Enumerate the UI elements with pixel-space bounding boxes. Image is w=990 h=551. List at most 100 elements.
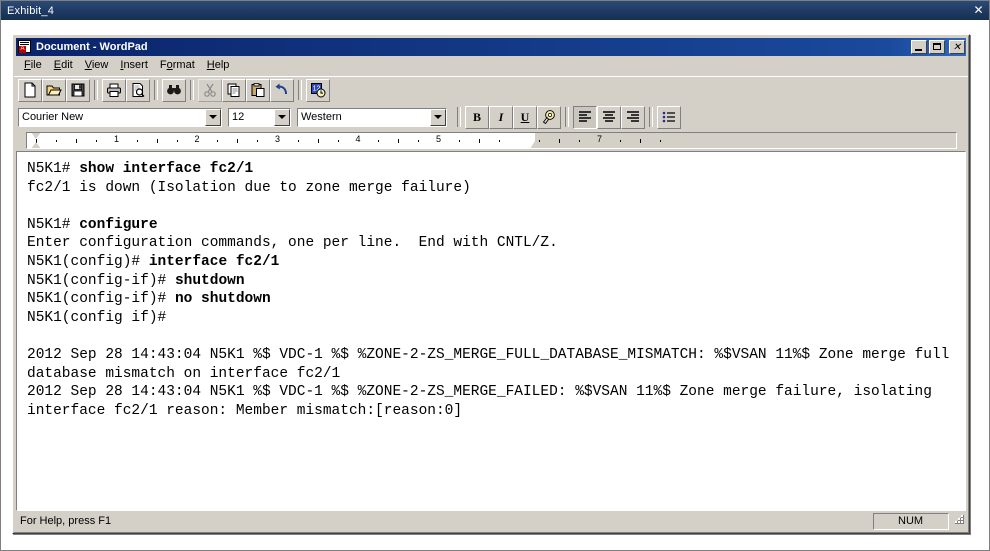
ruler-area: 1 2 3 4 5 7 bbox=[14, 131, 968, 151]
menu-help[interactable]: Help bbox=[201, 58, 236, 73]
chevron-down-icon[interactable] bbox=[430, 108, 446, 126]
undo-icon[interactable] bbox=[270, 78, 294, 102]
document-plain-text: N5K1# bbox=[27, 161, 80, 177]
document-area[interactable]: N5K1# show interface fc2/1 fc2/1 is down … bbox=[16, 151, 966, 511]
exhibit-body: A Document - WordPad ✕ File Edit View In… bbox=[1, 20, 989, 550]
new-icon[interactable] bbox=[18, 78, 42, 102]
document-command-text: show interface fc2/1 bbox=[79, 161, 254, 177]
cut-icon[interactable] bbox=[198, 78, 222, 102]
exhibit-titlebar: Exhibit_4 ✕ bbox=[1, 1, 989, 20]
document-page[interactable]: N5K1# show interface fc2/1 fc2/1 is down … bbox=[17, 152, 965, 510]
document-plain-text: N5K1(config-if)# bbox=[27, 272, 175, 289]
ruler-tick bbox=[317, 139, 319, 143]
document-line: N5K1(config)# interface fc2/1 bbox=[27, 253, 961, 272]
ruler-tick bbox=[156, 139, 158, 143]
close-icon: ✕ bbox=[952, 42, 962, 53]
align-center-icon[interactable] bbox=[597, 105, 621, 129]
right-indent-marker[interactable] bbox=[530, 141, 541, 148]
status-help-text: For Help, press F1 bbox=[20, 515, 112, 527]
font-family-combo[interactable]: Courier New bbox=[18, 107, 222, 127]
document-plain-text: N5K1(config-if)# bbox=[27, 291, 175, 308]
first-line-indent-marker[interactable] bbox=[31, 133, 41, 139]
toolbar-separator bbox=[298, 80, 302, 100]
save-icon[interactable] bbox=[66, 78, 90, 102]
wordpad-titlebar[interactable]: A Document - WordPad ✕ bbox=[16, 38, 966, 56]
document-plain-text: 2012 Sep 28 14:43:04 N5K1 %$ VDC-1 %$ %Z… bbox=[27, 384, 941, 419]
chevron-down-icon[interactable] bbox=[205, 108, 221, 126]
date-time-icon[interactable]: 12 bbox=[306, 78, 330, 102]
ruler-tick bbox=[659, 140, 661, 142]
align-right-icon[interactable] bbox=[621, 105, 645, 129]
menu-format[interactable]: Format bbox=[154, 58, 201, 73]
resize-grip[interactable] bbox=[952, 514, 966, 528]
document-plain-text: 2012 Sep 28 14:43:04 N5K1 %$ VDC-1 %$ %Z… bbox=[27, 346, 959, 382]
formatbar-separator bbox=[649, 107, 653, 127]
status-num-indicator: NUM bbox=[873, 512, 949, 530]
ruler-number: 3 bbox=[274, 134, 281, 144]
ruler-tick bbox=[619, 140, 621, 142]
maximize-button[interactable] bbox=[929, 40, 945, 54]
menu-edit[interactable]: Edit bbox=[48, 58, 79, 73]
menu-file[interactable]: File bbox=[18, 58, 48, 73]
ruler-number: 7 bbox=[596, 134, 603, 144]
ruler-tick bbox=[136, 140, 138, 142]
print-icon[interactable] bbox=[102, 78, 126, 102]
chevron-down-icon[interactable] bbox=[274, 108, 290, 126]
underline-button[interactable]: U bbox=[513, 105, 537, 129]
align-left-icon[interactable] bbox=[573, 105, 597, 129]
document-text[interactable]: N5K1# show interface fc2/1 fc2/1 is down … bbox=[27, 160, 961, 420]
document-line: fc2/1 is down (Isolation due to zone mer… bbox=[27, 179, 961, 198]
menu-insert[interactable]: Insert bbox=[114, 58, 154, 73]
document-line: N5K1(config if)# bbox=[27, 309, 961, 328]
find-icon[interactable] bbox=[162, 78, 186, 102]
font-size-value: 12 bbox=[232, 111, 245, 123]
copy-icon[interactable] bbox=[222, 78, 246, 102]
standard-toolbar: 12 bbox=[14, 76, 968, 103]
print-preview-icon[interactable] bbox=[126, 78, 150, 102]
document-line: N5K1# configure bbox=[27, 216, 961, 235]
minimize-button[interactable] bbox=[911, 40, 927, 54]
ruler-tick bbox=[337, 140, 339, 142]
exhibit-title-text: Exhibit_4 bbox=[7, 4, 55, 17]
ruler[interactable]: 1 2 3 4 5 7 bbox=[26, 132, 957, 149]
ruler-tick bbox=[398, 139, 400, 143]
ruler-tick bbox=[418, 140, 420, 142]
ruler-tick bbox=[96, 140, 98, 142]
text-color-icon[interactable] bbox=[537, 105, 561, 129]
bullets-icon[interactable] bbox=[657, 105, 681, 129]
italic-button[interactable]: I bbox=[489, 105, 513, 129]
ruler-tick bbox=[257, 140, 259, 142]
left-indent-marker[interactable] bbox=[31, 142, 41, 148]
document-plain-text: N5K1(config if)# bbox=[27, 309, 167, 326]
paste-icon[interactable] bbox=[246, 78, 270, 102]
ruler-tick bbox=[76, 139, 78, 143]
document-plain-text: fc2/1 is down (Isolation due to zone mer… bbox=[27, 179, 471, 196]
document-plain-text: Enter configuration commands, one per li… bbox=[27, 235, 558, 252]
ruler-number: 1 bbox=[113, 134, 120, 144]
script-combo[interactable]: Western bbox=[297, 107, 447, 127]
formatbar-separator bbox=[457, 107, 461, 127]
ruler-tick bbox=[56, 140, 58, 142]
ruler-tick bbox=[559, 139, 561, 143]
document-line: N5K1(config-if)# no shutdown bbox=[27, 290, 961, 309]
font-size-combo[interactable]: 12 bbox=[228, 107, 291, 127]
wordpad-window: A Document - WordPad ✕ File Edit View In… bbox=[12, 34, 970, 534]
menu-view[interactable]: View bbox=[79, 58, 115, 73]
format-toolbar: Courier New 12 Western B I U bbox=[14, 103, 968, 131]
ruler-tick bbox=[297, 140, 299, 142]
ruler-tick bbox=[478, 139, 480, 143]
exhibit-close-icon[interactable]: ✕ bbox=[971, 3, 986, 18]
document-line: 2012 Sep 28 14:43:04 N5K1 %$ VDC-1 %$ %Z… bbox=[27, 346, 961, 383]
window-title: Document - WordPad bbox=[36, 41, 148, 53]
ruler-number: 5 bbox=[435, 134, 442, 144]
open-icon[interactable] bbox=[42, 78, 66, 102]
bold-button[interactable]: B bbox=[465, 105, 489, 129]
ruler-tick bbox=[498, 140, 500, 142]
document-command-text: interface fc2/1 bbox=[148, 253, 280, 270]
close-button[interactable]: ✕ bbox=[949, 40, 965, 54]
ruler-tick bbox=[458, 140, 460, 142]
formatbar-separator bbox=[565, 107, 569, 127]
document-line: N5K1(config-if)# shutdown bbox=[27, 272, 961, 291]
document-line: Enter configuration commands, one per li… bbox=[27, 234, 961, 253]
